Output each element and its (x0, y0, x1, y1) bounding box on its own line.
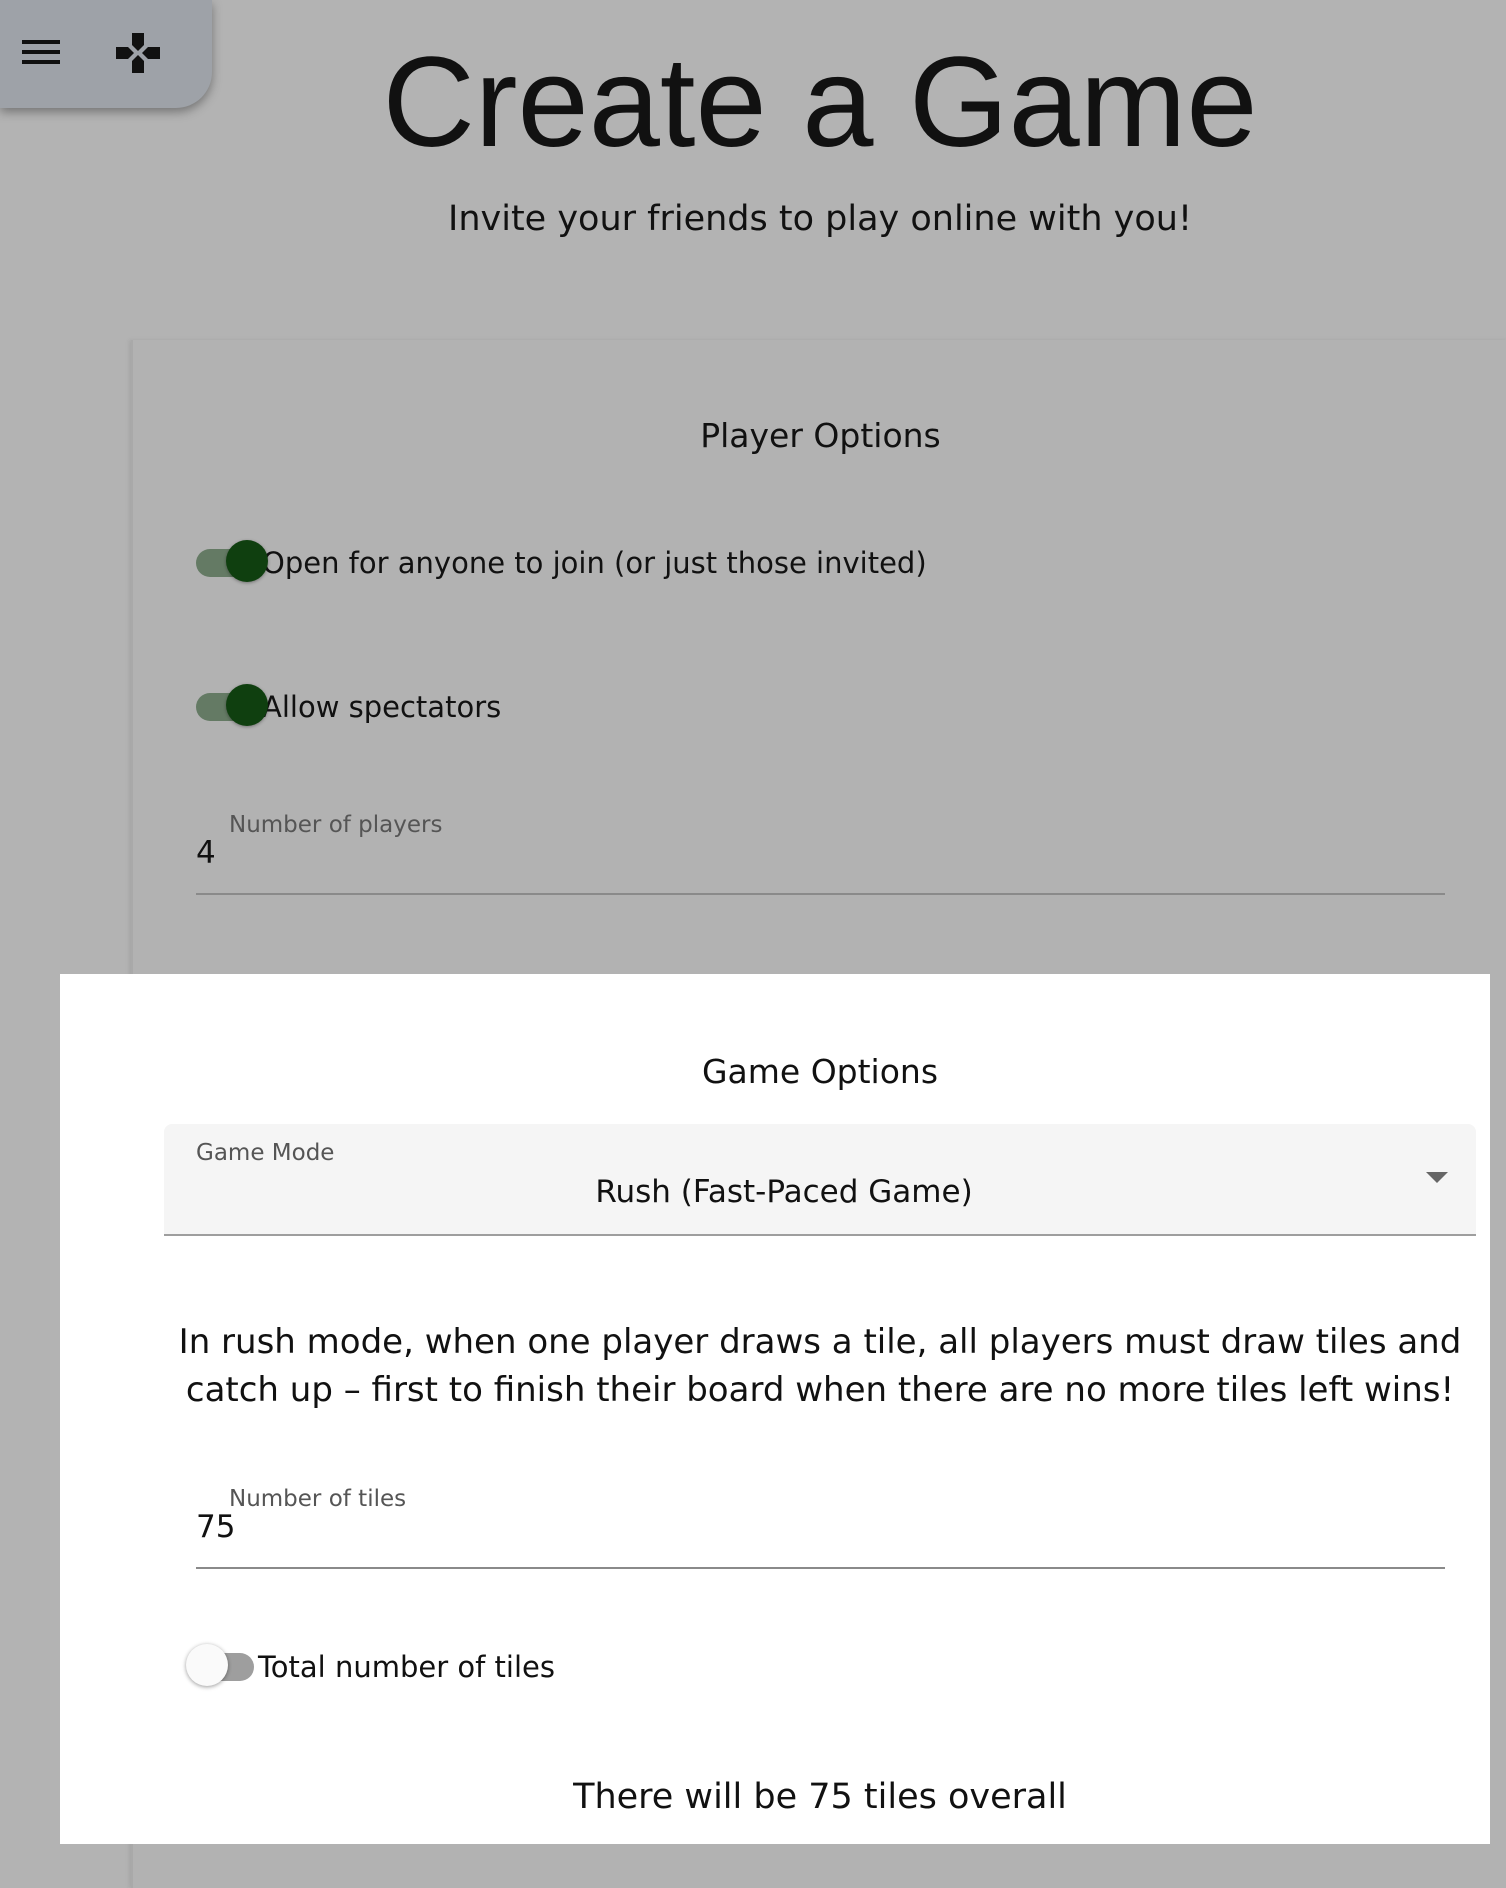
game-mode-value[interactable]: Rush (Fast-Paced Game) (164, 1170, 1404, 1214)
game-options-card: Game Options Game Mode Rush (Fast-Paced … (60, 974, 1490, 1844)
tiles-summary: There will be 75 tiles overall (573, 1777, 1067, 1817)
number-of-tiles-input[interactable]: 75 (196, 1506, 235, 1548)
dropdown-arrow-icon[interactable] (1426, 1172, 1448, 1183)
allow-spectators-label: Allow spectators (262, 690, 502, 724)
open-to-anyone-label: Open for anyone to join (or just those i… (262, 546, 927, 580)
total-tiles-toggle-row[interactable]: Total number of tiles (186, 1642, 555, 1692)
number-of-players-field[interactable]: Number of players 4 (196, 810, 1445, 910)
field-underline (196, 893, 1445, 895)
allow-spectators-toggle-row[interactable]: Allow spectators (196, 682, 501, 732)
open-to-anyone-switch[interactable] (196, 540, 268, 586)
number-of-players-label: Number of players (229, 812, 443, 838)
switch-thumb[interactable] (186, 1644, 228, 1686)
number-of-tiles-field[interactable]: Number of tiles 75 (196, 1484, 1445, 1584)
game-mode-select[interactable]: Game Mode Rush (Fast-Paced Game) (164, 1124, 1476, 1236)
game-mode-label: Game Mode (196, 1140, 335, 1166)
game-mode-description: In rush mode, when one player draws a ti… (178, 1322, 1462, 1410)
switch-thumb[interactable] (226, 540, 268, 582)
switch-thumb[interactable] (226, 684, 268, 726)
game-options-title: Game Options (701, 1052, 939, 1091)
total-tiles-label: Total number of tiles (258, 1650, 555, 1684)
field-underline (196, 1567, 1445, 1569)
allow-spectators-switch[interactable] (196, 684, 268, 730)
number-of-tiles-label: Number of tiles (229, 1486, 407, 1512)
open-to-anyone-toggle-row[interactable]: Open for anyone to join (or just those i… (196, 538, 927, 588)
total-tiles-switch[interactable] (186, 1644, 256, 1690)
number-of-players-input[interactable]: 4 (196, 832, 216, 874)
page-subtitle: Invite your friends to play online with … (448, 199, 1192, 239)
player-options-title: Player Options (700, 416, 941, 455)
page-title: Create a Game (382, 31, 1258, 174)
